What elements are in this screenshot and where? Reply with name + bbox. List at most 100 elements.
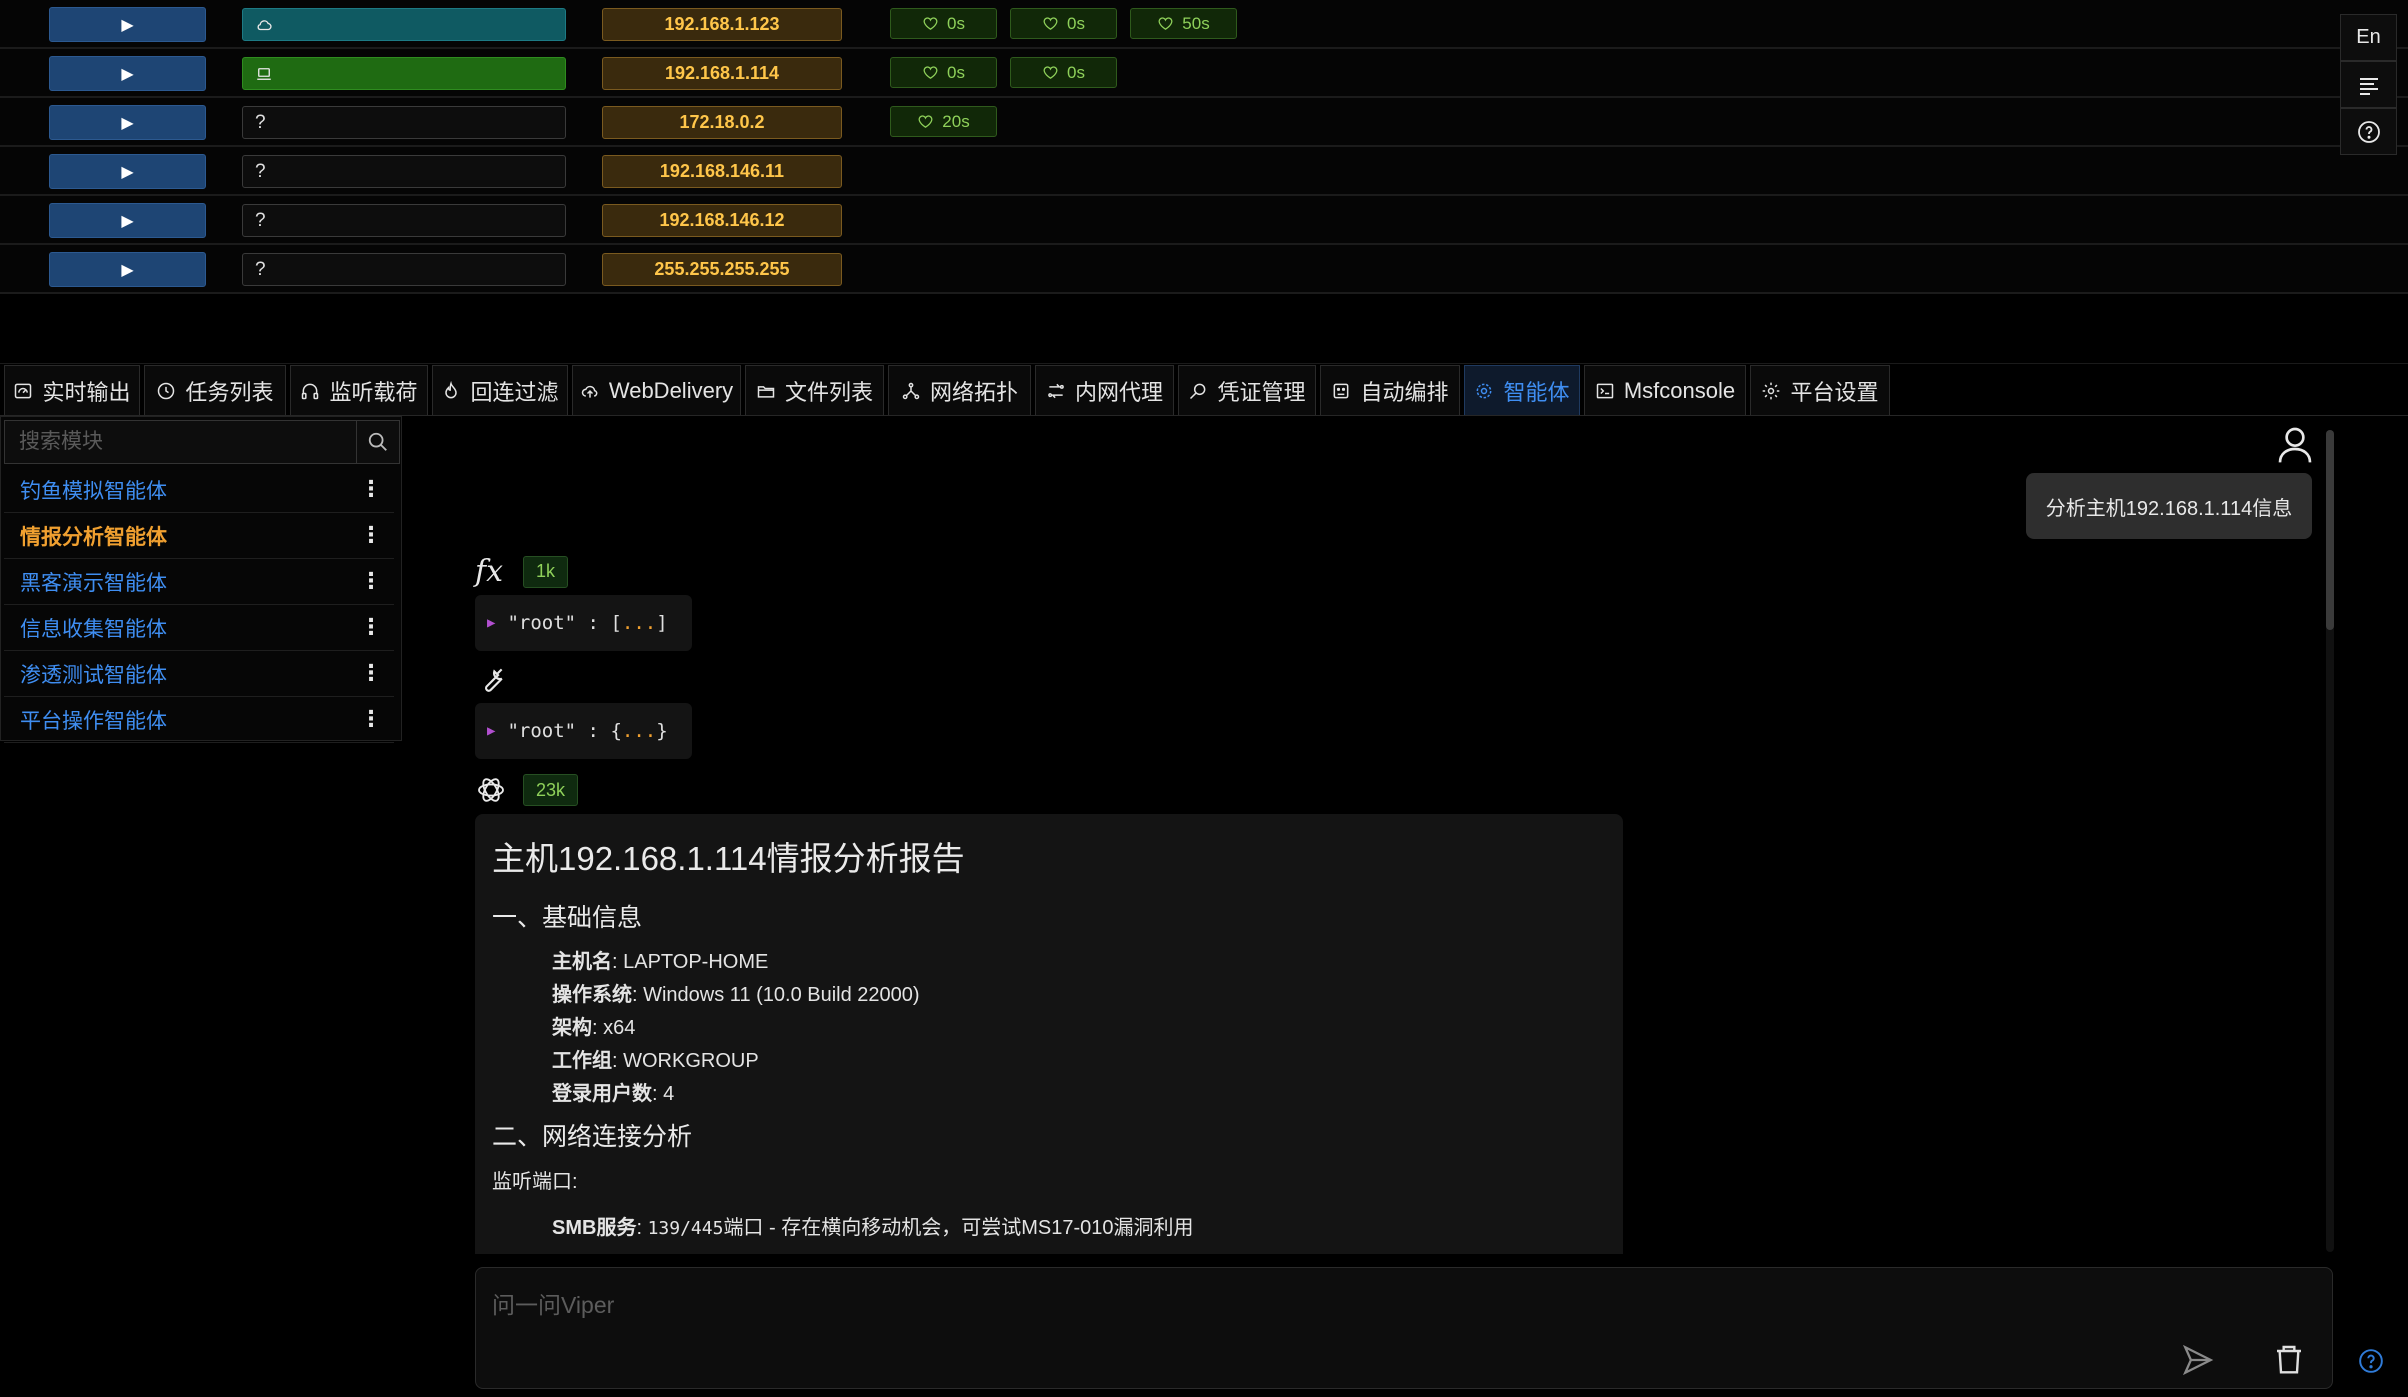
agent-item[interactable]: 信息收集智能体 ⋮ (4, 605, 394, 651)
tab-topology[interactable]: 网络拓扑 (888, 365, 1031, 415)
host-ip-badge[interactable]: 192.168.146.12 (602, 204, 842, 237)
os-unknown-label: ? (255, 111, 266, 133)
tab-folder[interactable]: 文件列表 (745, 365, 884, 415)
language-label: En (2356, 26, 2381, 48)
chat-scrollbar-thumb[interactable] (2326, 430, 2334, 630)
host-ip-badge[interactable]: 192.168.1.123 (602, 8, 842, 41)
search-icon (368, 432, 387, 451)
host-ip-badge[interactable]: 255.255.255.255 (602, 253, 842, 286)
tab-label: 任务列表 (185, 379, 274, 405)
caret-right-icon: ▶ (121, 212, 134, 230)
heart-icon (1158, 17, 1173, 30)
expand-row-button[interactable]: ▶ (49, 7, 206, 42)
host-table: ▶ 192.168.1.123 0s 0s 50s ▶ 192.168.1.114 0s 0s ▶… (0, 0, 2408, 294)
tab-dashboard[interactable]: 实时输出 (4, 365, 140, 415)
more-vertical-icon[interactable]: ⋮ (360, 568, 382, 594)
more-vertical-icon[interactable]: ⋮ (360, 660, 382, 686)
agent-item[interactable]: 黑客演示智能体 ⋮ (4, 559, 394, 605)
question-circle-icon[interactable] (2358, 1348, 2384, 1374)
agent-sidebar: 钓鱼模拟智能体 ⋮ 情报分析智能体 ⋮ 黑客演示智能体 ⋮ 信息收集智能体 ⋮ 渗透测试智能体 ⋮… (0, 416, 402, 743)
tab-terminal[interactable]: Msfconsole (1584, 365, 1746, 415)
search-input[interactable] (4, 420, 356, 464)
tab-clock[interactable]: 任务列表 (144, 365, 286, 415)
agent-item[interactable]: 平台操作智能体 ⋮ (4, 697, 394, 743)
basic-info-item: 操作系统: Windows 11 (10.0 Build 22000) (552, 984, 920, 1006)
question-circle-icon (2357, 120, 2380, 143)
chat-composer (475, 1267, 2333, 1389)
tab-key-search[interactable]: 凭证管理 (1178, 365, 1316, 415)
tab-headphones[interactable]: 监听载荷 (290, 365, 428, 415)
cloud-icon (257, 19, 272, 30)
tab-label: 自动编排 (1360, 379, 1449, 405)
gear-icon (1763, 382, 1780, 399)
proxy-icon (1048, 383, 1064, 398)
dashboard-icon (15, 383, 32, 398)
expand-triangle-icon[interactable]: ▶ (487, 723, 495, 739)
tab-agent[interactable]: 智能体 (1464, 365, 1580, 415)
os-unknown-label: ? (255, 258, 266, 280)
host-ip-badge[interactable]: 192.168.146.11 (602, 155, 842, 188)
expand-row-button[interactable]: ▶ (49, 56, 206, 91)
tab-label: 文件列表 (784, 379, 873, 405)
more-vertical-icon[interactable]: ⋮ (360, 522, 382, 548)
agent-item[interactable]: 情报分析智能体 ⋮ (4, 513, 394, 559)
tab-gear[interactable]: 平台设置 (1750, 365, 1890, 415)
report-card: 主机192.168.1.114情报分析报告 一、基础信息 主机名: LAPTOP… (475, 814, 1623, 1254)
host-ip-badge[interactable]: 192.168.1.114 (602, 57, 842, 90)
tab-proxy[interactable]: 内网代理 (1035, 365, 1174, 415)
more-vertical-icon[interactable]: ⋮ (360, 476, 382, 502)
tab-fire[interactable]: 回连过滤 (432, 365, 568, 415)
caret-right-icon: ▶ (121, 163, 134, 181)
os-type-box: ? (242, 106, 566, 139)
host-row[interactable]: ▶? 192.168.146.12 (0, 196, 2408, 245)
menu-button[interactable] (2340, 61, 2397, 108)
section-heading: 一、基础信息 (492, 904, 643, 932)
host-row[interactable]: ▶? 255.255.255.255 (0, 245, 2408, 294)
heartbeat-time: 0s (947, 13, 965, 33)
more-vertical-icon[interactable]: ⋮ (360, 706, 382, 732)
laptop-icon (257, 67, 271, 80)
caret-right-icon: ▶ (121, 114, 134, 132)
token-badge: 23k (523, 774, 579, 806)
tab-label: 智能体 (1503, 379, 1570, 405)
send-icon[interactable] (2181, 1343, 2215, 1377)
tab-robot[interactable]: 自动编排 (1320, 365, 1460, 415)
expand-row-button[interactable]: ▶ (49, 154, 206, 189)
host-row[interactable]: ▶ 192.168.1.123 0s 0s 50s (0, 0, 2408, 49)
heart-icon (923, 17, 938, 30)
host-row[interactable]: ▶? 172.18.0.2 20s (0, 98, 2408, 147)
trash-icon[interactable] (2273, 1342, 2305, 1376)
expand-row-button[interactable]: ▶ (49, 252, 206, 287)
folder-icon (757, 385, 775, 398)
basic-info-item: 登录用户数: 4 (552, 1083, 675, 1105)
chat-input[interactable] (476, 1268, 2332, 1388)
language-switch-button[interactable]: En (2340, 14, 2397, 61)
os-type-box: ? (242, 204, 566, 237)
robot-icon (1334, 383, 1349, 398)
more-vertical-icon[interactable]: ⋮ (360, 614, 382, 640)
function-json-viewer[interactable]: ▶ "root" : [...] (475, 595, 692, 651)
expand-triangle-icon[interactable]: ▶ (487, 615, 495, 631)
module-search (4, 420, 400, 464)
os-type-box (242, 8, 566, 41)
headphones-icon (302, 383, 319, 399)
host-row[interactable]: ▶ 192.168.1.114 0s 0s (0, 49, 2408, 98)
heartbeat-time: 20s (942, 111, 970, 131)
clock-icon (158, 382, 175, 399)
expand-row-button[interactable]: ▶ (49, 105, 206, 140)
tab-label: 平台设置 (1790, 379, 1879, 405)
help-button[interactable] (2340, 108, 2397, 155)
tool-json-viewer[interactable]: ▶ "root" : {...} (475, 703, 692, 759)
host-row[interactable]: ▶? 192.168.146.11 (0, 147, 2408, 196)
expand-row-button[interactable]: ▶ (49, 203, 206, 238)
agent-item[interactable]: 渗透测试智能体 ⋮ (4, 651, 394, 697)
host-ip-badge[interactable]: 172.18.0.2 (602, 106, 842, 139)
search-button[interactable] (356, 420, 400, 464)
agent-item[interactable]: 钓鱼模拟智能体 ⋮ (4, 467, 394, 513)
tab-cloud-upload[interactable]: WebDelivery (572, 365, 741, 415)
heartbeat-badge: 0s (890, 57, 997, 88)
terminal-icon (1596, 383, 1614, 398)
user-icon (2278, 427, 2312, 463)
caret-right-icon: ▶ (121, 261, 134, 279)
agent-label: 情报分析智能体 (20, 525, 167, 549)
